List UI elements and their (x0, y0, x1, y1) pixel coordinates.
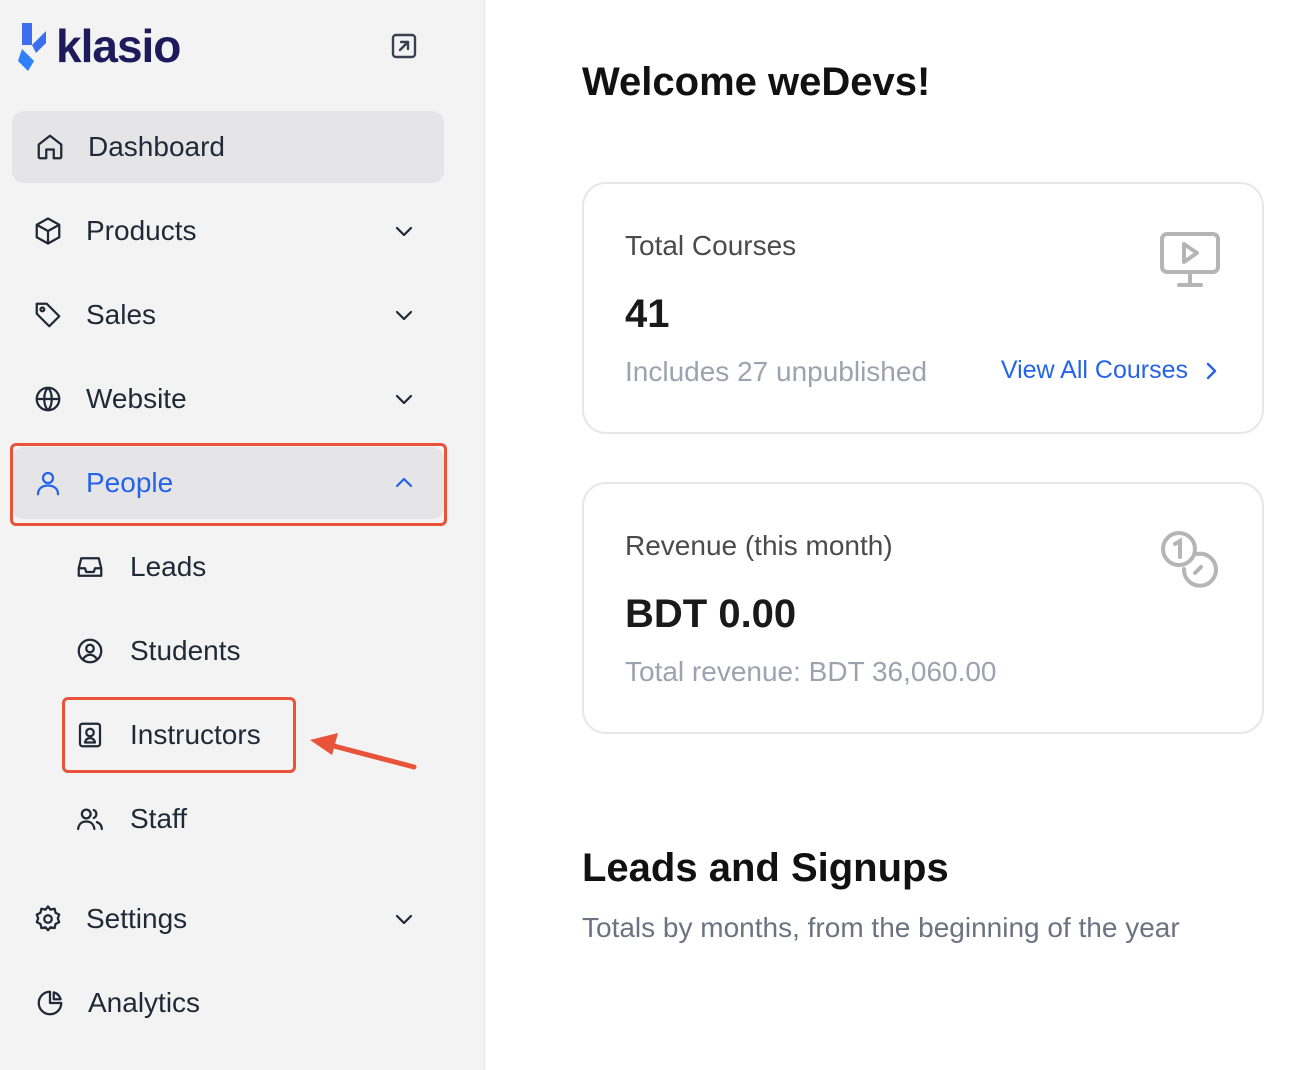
sidebar-item-label: People (86, 467, 174, 498)
id-badge-icon (74, 719, 106, 751)
sidebar-item-settings[interactable]: Settings (12, 883, 444, 955)
sidebar-item-label: Products (86, 215, 197, 246)
pie-chart-icon (34, 987, 66, 1019)
revenue-card: Revenue (this month) BDT 0.00 Total reve… (582, 482, 1264, 734)
chevron-down-icon[interactable] (390, 385, 418, 413)
card-value: BDT 0.00 (625, 592, 797, 636)
user-circle-icon (74, 635, 106, 667)
link-label: View All Courses (1000, 356, 1188, 384)
gear-icon (32, 903, 64, 935)
globe-icon (32, 383, 64, 415)
section-subtitle: Totals by months, from the beginning of … (582, 912, 1180, 943)
sidebar-subitem-label: Leads (130, 551, 207, 582)
sidebar-item-label: Dashboard (88, 131, 225, 162)
sidebar-item-dashboard[interactable]: Dashboard (12, 111, 444, 183)
video-monitor-icon (1158, 228, 1222, 292)
sidebar-subitem-students[interactable]: Students (64, 615, 364, 687)
klasio-logo[interactable]: klasio (18, 18, 181, 74)
sidebar-subitem-label: Instructors (130, 719, 261, 750)
sidebar-item-label: Sales (86, 299, 157, 330)
open-new-window-button[interactable] (388, 30, 420, 62)
sidebar-item-label: Analytics (88, 987, 201, 1018)
page-title: Welcome weDevs! (582, 60, 931, 104)
sidebar-subitem-staff[interactable]: Staff (64, 783, 364, 855)
user-icon (32, 467, 64, 499)
arrow-up-right-box-icon (391, 33, 417, 59)
main-content: Welcome weDevs! Total Courses 41 Include… (486, 0, 1290, 1070)
chevron-right-icon (1206, 362, 1217, 379)
section-title: Leads and Signups (582, 846, 949, 890)
sidebar-subitem-leads[interactable]: Leads (64, 531, 364, 603)
card-title: Total Courses (625, 230, 797, 261)
sidebar-subitem-label: Students (130, 635, 241, 666)
sidebar-item-products[interactable]: Products (12, 195, 444, 267)
cube-icon (32, 215, 64, 247)
users-icon (74, 803, 106, 835)
card-title: Revenue (this month) (625, 530, 893, 561)
sidebar: klasio Dashboard Products Sales Website … (0, 0, 485, 1070)
sidebar-item-sales[interactable]: Sales (12, 279, 444, 351)
home-icon (34, 131, 66, 163)
card-value: 41 (625, 292, 670, 336)
coins-icon (1158, 528, 1222, 592)
tag-icon (32, 299, 64, 331)
view-all-courses-link[interactable]: View All Courses (1001, 356, 1218, 385)
chevron-down-icon[interactable] (390, 905, 418, 933)
sidebar-item-label: Settings (86, 903, 188, 934)
brand-name: klasio (56, 20, 181, 72)
annotation-arrow-icon (310, 733, 417, 770)
chevron-down-icon[interactable] (390, 301, 418, 329)
klasio-logo-mark-icon (18, 23, 46, 71)
card-subtext: Includes 27 unpublished (625, 356, 928, 387)
sidebar-item-analytics[interactable]: Analytics (12, 967, 444, 1039)
sidebar-item-people[interactable]: People (12, 447, 444, 519)
card-subtext: Total revenue: BDT 36,060.00 (625, 656, 997, 687)
inbox-icon (74, 551, 106, 583)
sidebar-subitem-label: Staff (130, 803, 188, 834)
total-courses-card: Total Courses 41 Includes 27 unpublished… (582, 182, 1264, 434)
sidebar-item-website[interactable]: Website (12, 363, 444, 435)
chevron-down-icon[interactable] (390, 217, 418, 245)
sidebar-item-label: Website (86, 383, 187, 414)
chevron-up-icon[interactable] (390, 469, 418, 497)
